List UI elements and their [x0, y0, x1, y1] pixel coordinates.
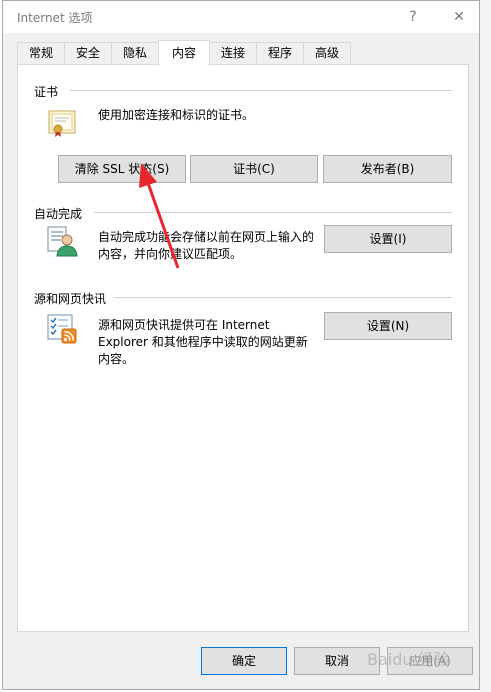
feeds-description-line1: 源和网页快讯提供可在 Internet	[98, 318, 270, 332]
certificates-divider	[70, 90, 452, 91]
autocomplete-description-line1: 自动完成功能会存储以前在网页上输入的	[98, 230, 315, 244]
tab-privacy[interactable]: 隐私	[111, 42, 159, 64]
certificate-icon	[46, 107, 78, 139]
certificates-button[interactable]: 证书(C)	[190, 155, 318, 183]
close-button[interactable]: ✕	[439, 5, 479, 29]
feeds-rss-icon	[46, 313, 78, 345]
svg-text:Baidu 经验: Baidu 经验	[367, 650, 450, 669]
tab-advanced[interactable]: 高级	[303, 42, 351, 64]
ok-button[interactable]: 确定	[201, 647, 287, 675]
certificates-description: 使用加密连接和标识的证书。	[98, 108, 255, 122]
baidu-watermark-logo: Baidu 经验	[365, 644, 480, 674]
feeds-description-line2: Explorer 和其他程序中读取的网站更新	[98, 335, 308, 349]
publishers-button[interactable]: 发布者(B)	[323, 155, 452, 183]
tab-content[interactable]: 内容	[158, 40, 210, 66]
autocomplete-heading: 自动完成	[34, 207, 83, 221]
tab-connections[interactable]: 连接	[209, 42, 257, 64]
certificates-heading: 证书	[34, 85, 59, 99]
title-bar: Internet 选项 ? ✕	[3, 1, 479, 33]
clear-ssl-state-button[interactable]: 清除 SSL 状态(S)	[58, 155, 186, 183]
feeds-divider	[114, 297, 452, 298]
autocomplete-settings-button[interactable]: 设置(I)	[324, 225, 452, 253]
autocomplete-divider	[94, 212, 452, 213]
tab-programs[interactable]: 程序	[256, 42, 304, 64]
window-title: Internet 选项	[17, 11, 93, 25]
autocomplete-user-icon	[46, 225, 78, 257]
help-button[interactable]: ?	[393, 5, 433, 29]
feeds-description-line3: 内容。	[98, 352, 135, 366]
feeds-heading: 源和网页快讯	[34, 292, 107, 306]
tab-general[interactable]: 常规	[17, 42, 65, 64]
autocomplete-description-line2: 内容，并向你建议匹配项。	[98, 247, 243, 261]
background-window-edge	[480, 0, 491, 692]
content-tab-panel: 证书 使用加密连接和标识的证书。 清除 SSL 状态(S) 证书(C) 发布者(…	[17, 64, 469, 632]
feeds-settings-button[interactable]: 设置(N)	[324, 312, 452, 340]
tab-security[interactable]: 安全	[64, 42, 112, 64]
internet-options-dialog: Internet 选项 ? ✕ 常规 安全 隐私 内容 连接 程序 高级 证书 …	[2, 0, 480, 690]
